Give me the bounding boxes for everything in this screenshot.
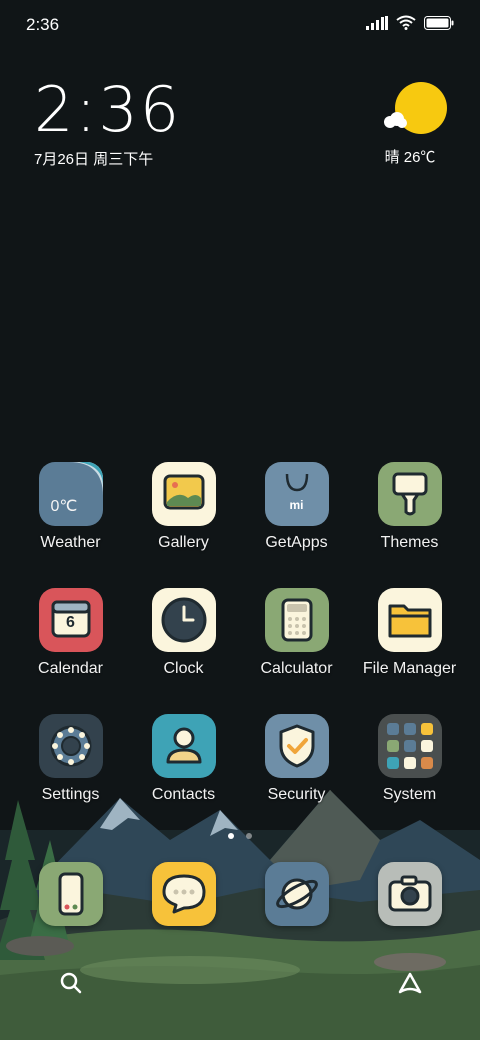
cloud-icon <box>384 112 407 128</box>
app-getapps[interactable]: mi GetApps <box>240 462 353 552</box>
battery-icon <box>424 15 454 30</box>
app-calculator[interactable]: Calculator <box>240 588 353 678</box>
app-label: Calculator <box>260 660 333 677</box>
app-label: GetApps <box>265 534 328 551</box>
app-calendar[interactable]: 6 Calendar <box>14 588 127 678</box>
app-weather[interactable]: 0℃ Weather <box>14 462 127 552</box>
assistant-icon[interactable] <box>396 970 424 996</box>
app-system-folder[interactable]: System <box>353 714 466 804</box>
app-settings[interactable]: Settings <box>14 714 127 804</box>
app-label: System <box>382 786 437 803</box>
clock-date: 7月26日 周三下午 <box>34 151 154 168</box>
app-clock[interactable]: Clock <box>127 588 240 678</box>
weather-icon: 0℃ <box>38 462 103 526</box>
app-label: Security <box>267 786 326 803</box>
app-label: Settings <box>41 786 100 803</box>
dock-phone[interactable] <box>14 862 127 926</box>
getapps-tile-text: mi <box>289 498 304 512</box>
folder-grid-icon <box>377 714 442 778</box>
themes-brush-icon <box>377 462 442 526</box>
app-themes[interactable]: Themes <box>353 462 466 552</box>
app-label: Themes <box>380 534 439 551</box>
status-icons <box>366 15 454 30</box>
app-label: File Manager <box>362 660 457 677</box>
person-icon <box>151 714 216 778</box>
messages-icon <box>151 862 216 926</box>
bottom-bar <box>0 960 480 1006</box>
gear-icon <box>38 714 103 778</box>
app-label: Clock <box>163 660 204 677</box>
clock-widget[interactable]: 2:36 7月26日 周三下午 <box>34 73 182 169</box>
search-icon[interactable] <box>58 970 84 996</box>
app-label: Gallery <box>158 534 209 551</box>
dock-camera[interactable] <box>353 862 466 926</box>
app-label: Contacts <box>151 786 216 803</box>
page-indicator <box>0 826 480 844</box>
folder-icon <box>377 588 442 652</box>
status-time: 2:36 <box>26 15 60 34</box>
page-dot-active[interactable] <box>227 833 234 839</box>
dock-messages[interactable] <box>127 862 240 926</box>
app-contacts[interactable]: Contacts <box>127 714 240 804</box>
weather-tile-temp: 0℃ <box>50 498 78 515</box>
phone-icon <box>38 862 103 926</box>
shield-check-icon <box>264 714 329 778</box>
camera-icon <box>377 862 442 926</box>
app-file-manager[interactable]: File Manager <box>353 588 466 678</box>
dock-browser[interactable] <box>240 862 353 926</box>
signal-icon <box>366 15 388 30</box>
weather-summary: 晴 26℃ <box>384 149 436 166</box>
wifi-icon <box>396 15 416 30</box>
app-security[interactable]: Security <box>240 714 353 804</box>
app-gallery[interactable]: Gallery <box>127 462 240 552</box>
status-bar: 2:36 <box>0 0 480 50</box>
clock-face-icon <box>151 588 216 652</box>
browser-planet-icon <box>264 862 329 926</box>
calendar-tile-day: 6 <box>66 614 75 631</box>
gallery-icon <box>151 462 216 526</box>
getapps-icon: mi <box>264 462 329 526</box>
calendar-icon: 6 <box>38 588 103 652</box>
page-dot[interactable] <box>246 833 253 839</box>
clock-time: 2:36 <box>34 73 182 146</box>
app-label: Calendar <box>38 660 103 677</box>
app-label: Weather <box>40 534 101 551</box>
calculator-icon <box>264 588 329 652</box>
